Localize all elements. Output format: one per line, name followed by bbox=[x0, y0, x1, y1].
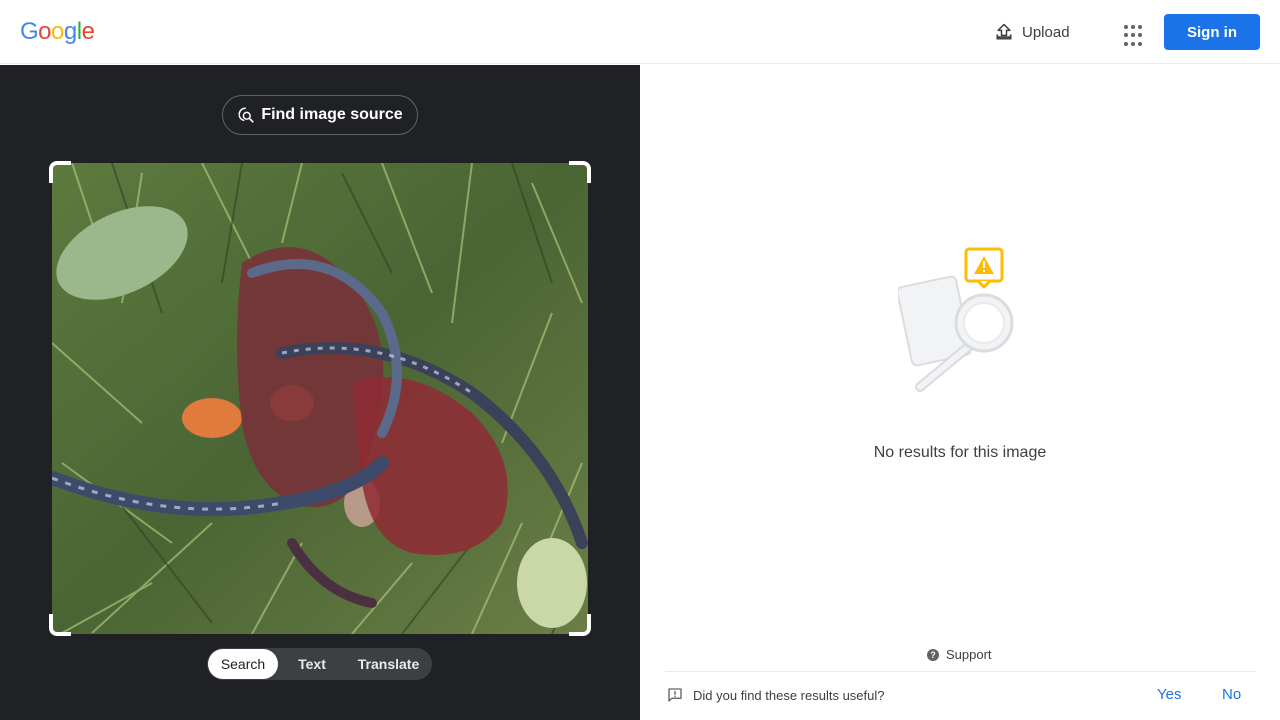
logo-letter: e bbox=[81, 18, 95, 45]
apps-dot bbox=[1131, 41, 1135, 46]
crop-handle-bottom-right[interactable] bbox=[569, 614, 591, 636]
crop-handle-top-right[interactable] bbox=[569, 161, 591, 183]
no-results-magnifier-warning-icon bbox=[898, 247, 1014, 392]
upload-button[interactable]: Upload bbox=[984, 16, 1080, 48]
tab-translate[interactable]: Translate bbox=[346, 649, 431, 679]
apps-grid-icon bbox=[1124, 25, 1128, 29]
feedback-icon bbox=[668, 688, 682, 702]
logo-letter: o bbox=[51, 18, 64, 45]
lens-search-icon bbox=[238, 107, 254, 123]
feedback-yes-button[interactable]: Yes bbox=[1157, 686, 1181, 703]
top-bar: Google Upload Sign in bbox=[0, 0, 1280, 64]
support-link[interactable]: ? Support bbox=[927, 647, 992, 662]
help-icon: ? bbox=[927, 648, 939, 661]
logo-letter: g bbox=[63, 18, 77, 45]
logo-letter: G bbox=[20, 18, 39, 45]
upload-icon bbox=[996, 23, 1012, 40]
no-results-message: No results for this image bbox=[873, 444, 1047, 461]
image-panel: Find image source Search Text Translate bbox=[0, 65, 640, 720]
photo-render bbox=[52, 163, 588, 634]
crop-handle-top-left[interactable] bbox=[49, 161, 71, 183]
find-image-source-label: Find image source bbox=[261, 106, 403, 123]
crop-handle-bottom-left[interactable] bbox=[49, 614, 71, 636]
apps-dot bbox=[1131, 25, 1135, 29]
feedback-question: Did you find these results useful? bbox=[693, 687, 885, 703]
feedback-divider bbox=[665, 671, 1256, 672]
apps-button[interactable] bbox=[1117, 17, 1147, 47]
logo-letter: o bbox=[38, 18, 52, 45]
upload-label: Upload bbox=[1022, 23, 1070, 41]
uploaded-photo bbox=[52, 163, 588, 634]
lens-mode-tabs: Search Text Translate bbox=[207, 648, 432, 680]
apps-dot bbox=[1138, 33, 1142, 38]
sign-in-button[interactable]: Sign in bbox=[1164, 14, 1260, 50]
tab-text[interactable]: Text bbox=[278, 649, 346, 679]
apps-dot bbox=[1138, 25, 1142, 29]
find-image-source-button[interactable]: Find image source bbox=[222, 95, 418, 135]
results-panel: No results for this image ? Support Did … bbox=[640, 65, 1280, 720]
apps-dot bbox=[1131, 33, 1135, 38]
support-label: Support bbox=[946, 647, 992, 662]
image-crop-area[interactable] bbox=[49, 161, 591, 636]
feedback-prompt: Did you find these results useful? bbox=[667, 687, 885, 703]
apps-dot bbox=[1124, 33, 1128, 38]
apps-dot bbox=[1124, 41, 1128, 46]
google-logo[interactable]: Google bbox=[20, 17, 95, 47]
tab-search[interactable]: Search bbox=[208, 649, 278, 679]
apps-dot bbox=[1138, 41, 1142, 46]
feedback-no-button[interactable]: No bbox=[1222, 686, 1241, 703]
